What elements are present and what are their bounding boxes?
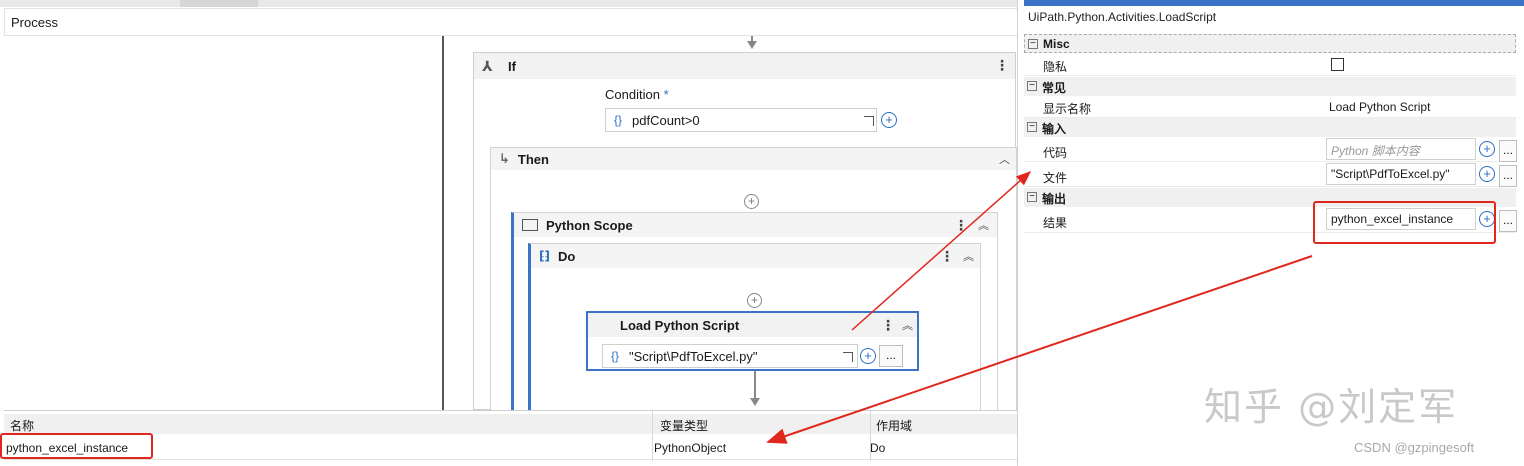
- annotation-arrows: [766, 171, 1313, 444]
- annotation-arrow: [851, 171, 1032, 331]
- annotation-arrow: [766, 255, 1313, 444]
